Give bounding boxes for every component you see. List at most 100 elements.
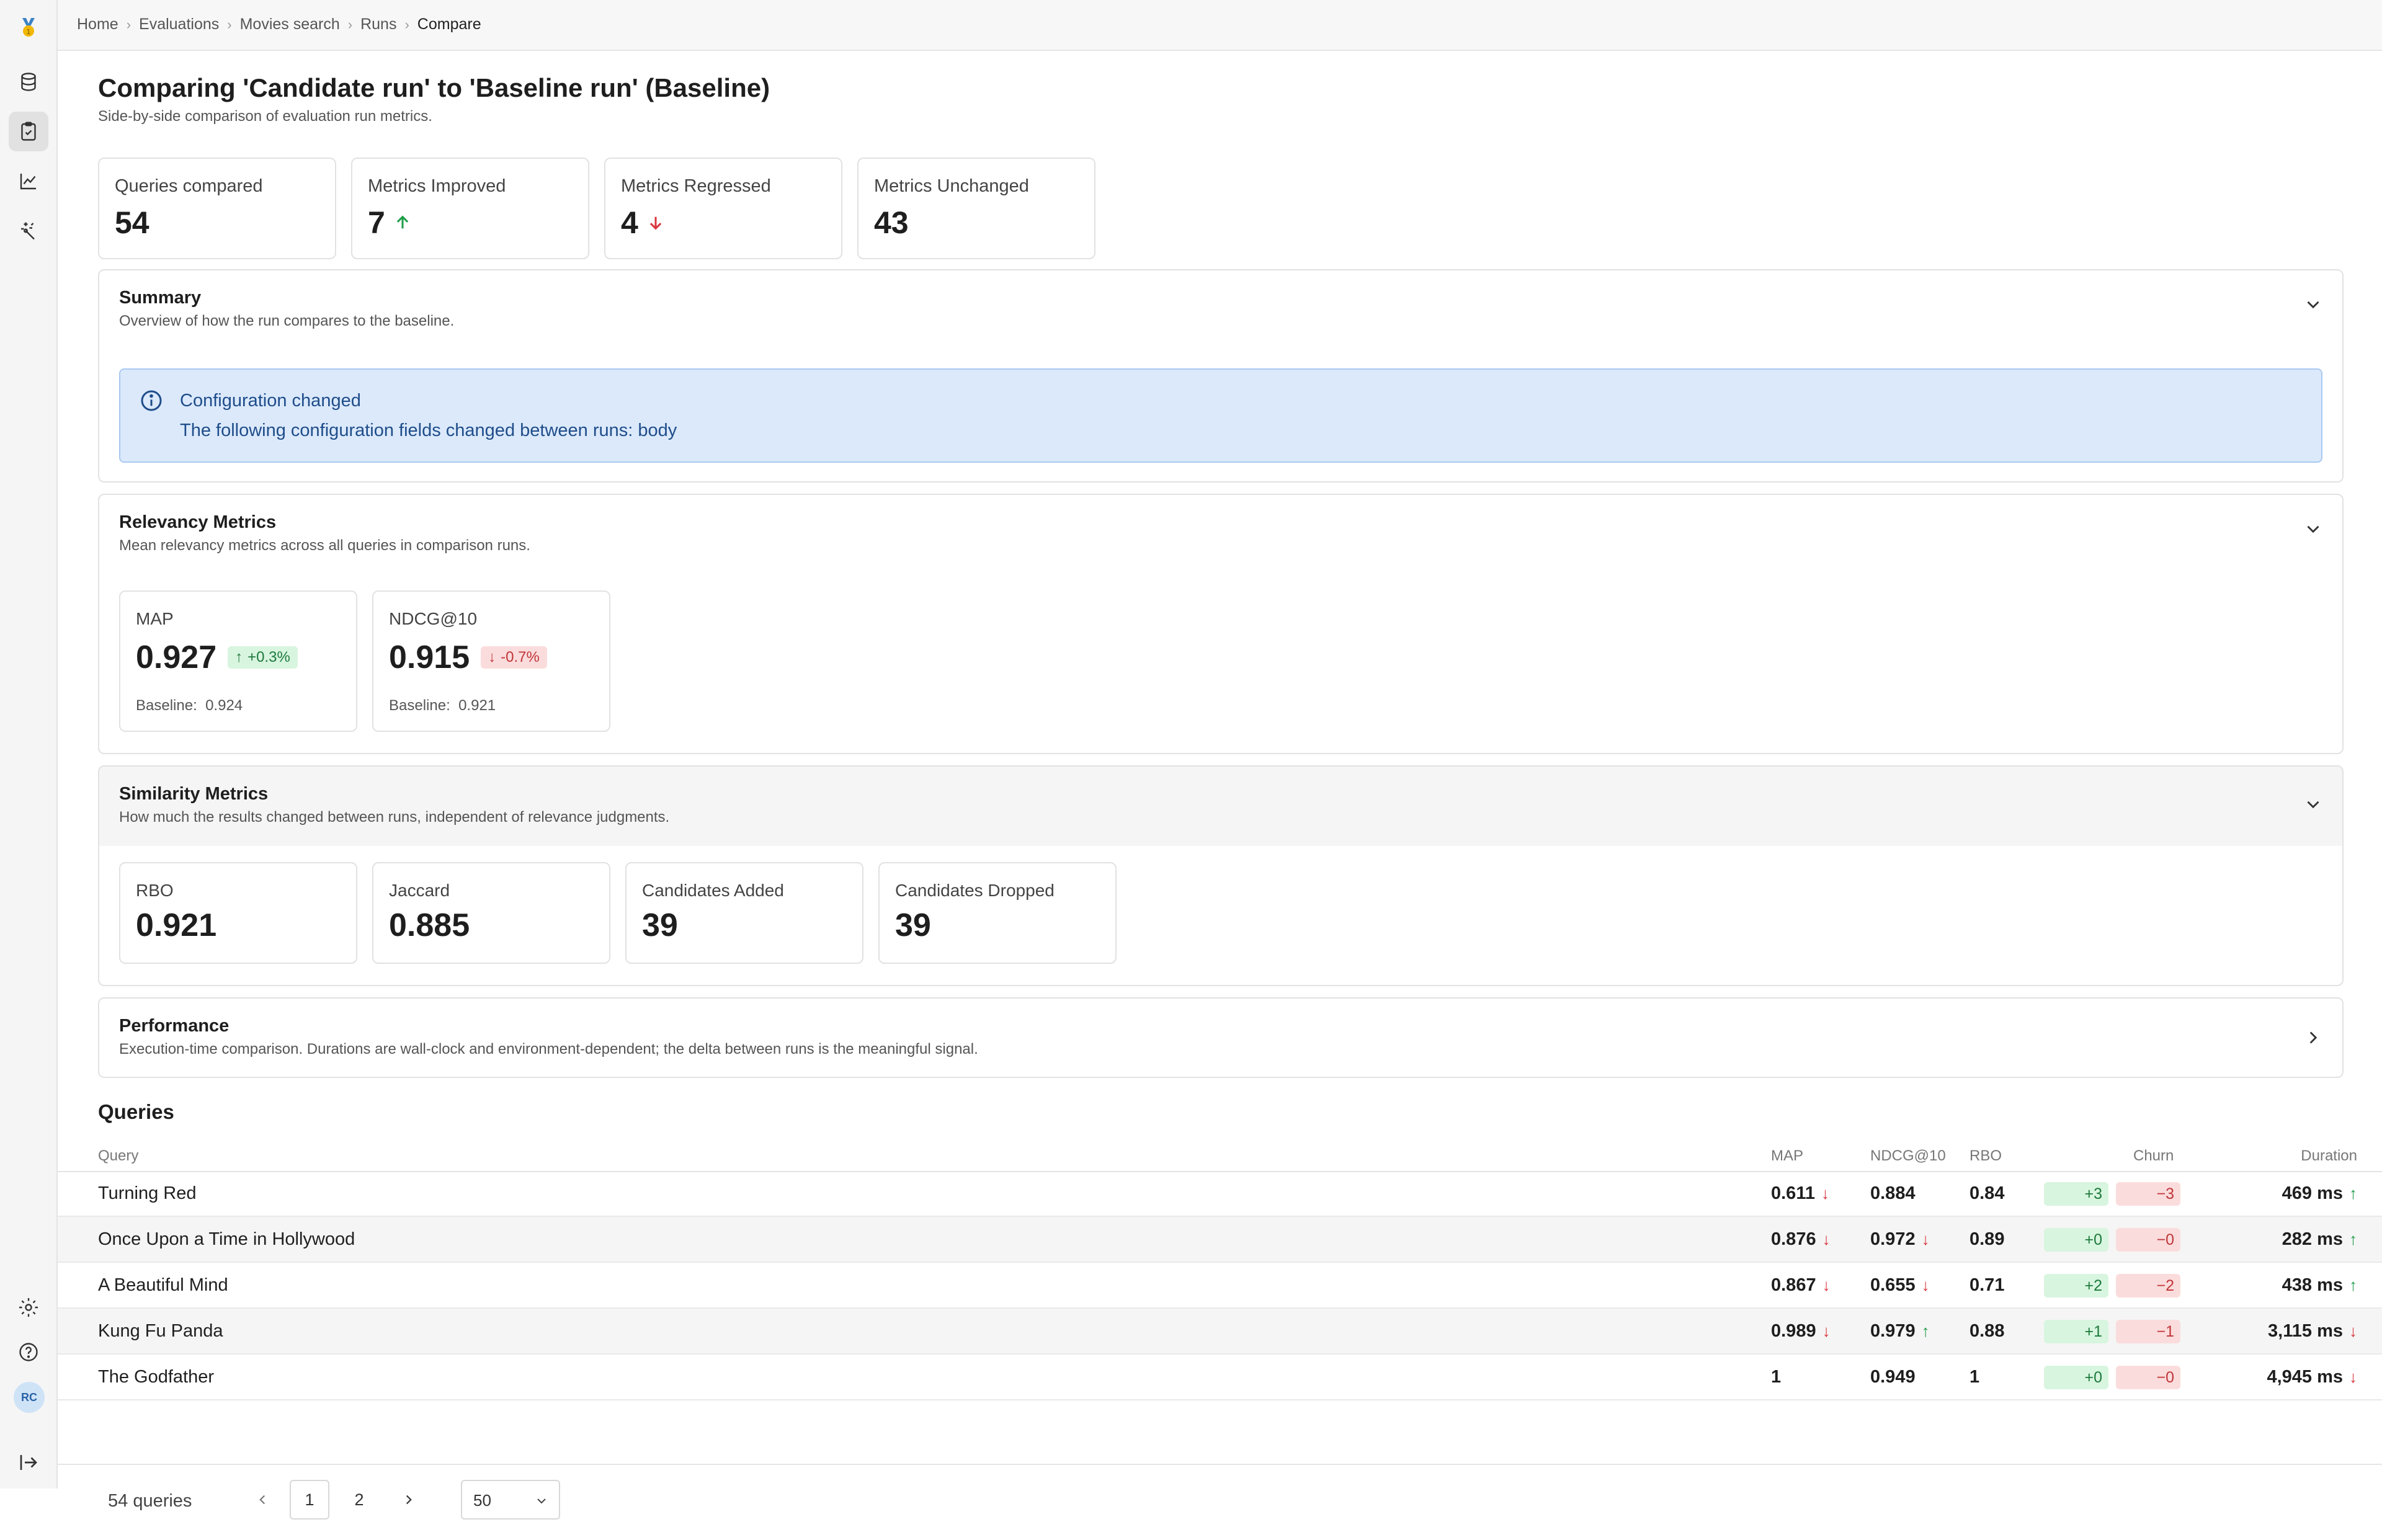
table-row[interactable]: Kung Fu Panda 0.989 ↓ 0.979 ↑ 0.88 +1 −1 3,115 m… [58,1309,2382,1355]
baseline-value: 0.924 [205,697,243,714]
queries-title: Queries [98,1100,174,1123]
breadcrumb-home[interactable]: Home [77,16,118,33]
collapse-sidebar-icon[interactable] [9,1443,48,1482]
metric-card-candidates-added: Candidates Added 39 [625,862,863,964]
metric-value: 0.885 [389,907,470,943]
map-value: 0.989 [1771,1321,1816,1341]
metric-label: Candidates Added [642,881,784,900]
rbo-value: 0.89 [1969,1229,2005,1249]
rbo-value: 0.88 [1969,1321,2005,1341]
table-row[interactable]: Once Upon a Time in Hollywood 0.876 ↓ 0.972… [58,1217,2382,1263]
breadcrumb-movies-search[interactable]: Movies search [240,16,340,33]
metric-label: RBO [136,881,174,900]
stat-card-metrics-unchanged: Metrics Unchanged 43 [857,158,1095,259]
metric-card-ndcg10: NDCG@10 0.915 ↓ -0.7% Baseline: 0.921 [372,590,610,732]
page-size-value: 50 [473,1491,491,1510]
section-title: Relevancy Metrics [119,512,277,532]
query-text: Turning Red [98,1183,197,1203]
arrow-down-icon: ↓ [1822,1322,1831,1340]
baseline-label: Baseline: [136,697,197,714]
churn-dropped: −3 [2116,1182,2180,1206]
queries-table-header: Query MAP NDCG@10 RBO Churn Duration [58,1142,2382,1172]
churn-added: +1 [2044,1320,2108,1343]
churn-dropped: −2 [2116,1274,2180,1297]
arrow-down-icon: ↓ [2349,1322,2357,1340]
stat-value: 43 [874,205,909,240]
stat-card-metrics-improved: Metrics Improved 7 [351,158,589,259]
breadcrumb-evaluations[interactable]: Evaluations [139,16,219,33]
arrow-up-icon: ↑ [2349,1184,2357,1203]
ndcg-value: 0.884 [1870,1183,1916,1203]
line-chart-icon[interactable] [9,161,48,201]
churn-dropped: −1 [2116,1320,2180,1343]
stat-value: 4 [621,205,638,240]
col-query[interactable]: Query [98,1147,138,1165]
metric-label: Candidates Dropped [895,881,1055,900]
arrow-down-icon: ↓ [1921,1230,1930,1248]
stat-card-queries-compared: Queries compared 54 [98,158,336,259]
chevron-down-icon[interactable] [2303,794,2324,815]
chevron-right-icon: › [347,16,353,32]
page-subtitle: Side-by-side comparison of evaluation ru… [98,108,432,125]
stat-label: Queries compared [115,176,263,196]
performance-header[interactable]: Performance Execution-time comparison. D… [99,999,2342,1077]
chevron-right-icon: › [126,16,132,32]
churn-added: +3 [2044,1182,2108,1206]
stat-value: 7 [368,205,385,240]
prev-page-button[interactable] [243,1480,282,1520]
table-row[interactable]: A Beautiful Mind 0.867 ↓ 0.655 ↓ 0.71 +2 −2 438 … [58,1263,2382,1309]
col-churn[interactable]: Churn [2133,1147,2174,1165]
stat-value: 54 [115,205,149,240]
arrow-up-icon: ↑ [235,649,243,665]
chevron-down-icon[interactable] [2303,294,2324,315]
baseline-label: Baseline: [389,697,450,714]
arrow-down-icon: ↓ [2349,1368,2357,1386]
chevron-right-icon: › [404,16,409,32]
performance-section[interactable]: Performance Execution-time comparison. D… [98,997,2344,1078]
next-page-button[interactable] [389,1480,429,1520]
summary-header[interactable]: Summary Overview of how the run compares… [99,270,2342,336]
user-avatar[interactable]: RC [14,1382,45,1413]
breadcrumb-runs[interactable]: Runs [360,16,396,33]
breadcrumb-compare: Compare [417,16,481,33]
database-icon[interactable] [9,62,48,102]
relevancy-header[interactable]: Relevancy Metrics Mean relevancy metrics… [99,495,2342,561]
help-icon[interactable] [9,1332,48,1372]
metric-label: NDCG@10 [389,609,478,628]
pagination-footer: 54 queries 1 2 50 [58,1464,2382,1540]
col-rbo[interactable]: RBO [1969,1147,2002,1165]
similarity-header[interactable]: Similarity Metrics How much the results … [99,767,2342,846]
churn-added: +0 [2044,1366,2108,1389]
breadcrumb: Home › Evaluations › Movies search › Run… [77,16,481,33]
relevancy-metrics-section: Relevancy Metrics Mean relevancy metrics… [98,494,2344,754]
metric-card-map: MAP 0.927 ↑ +0.3% Baseline: 0.924 [119,590,357,732]
chevron-right-icon[interactable] [2303,1027,2324,1048]
churn-dropped: −0 [2116,1228,2180,1252]
col-duration[interactable]: Duration [2301,1147,2357,1165]
stat-label: Metrics Unchanged [874,176,1029,196]
duration-value: 3,115 ms [2268,1321,2343,1341]
alert-text: The following configuration fields chang… [180,421,677,440]
arrow-down-icon: ↓ [488,649,496,665]
table-row[interactable]: Turning Red 0.611 ↓ 0.884 0.84 +3 −3 469 ms ↑ [58,1171,2382,1217]
page-size-select[interactable]: 50 [461,1480,560,1520]
logo-medal-icon[interactable]: 1 [9,7,48,47]
page-button-2[interactable]: 2 [339,1480,379,1520]
churn-added: +2 [2044,1274,2108,1297]
table-row[interactable]: The Godfather 1 0.949 1 +0 −0 4,945 ms ↓ [58,1355,2382,1400]
col-map[interactable]: MAP [1771,1147,1803,1165]
col-ndcg10[interactable]: NDCG@10 [1870,1147,1946,1165]
chevron-down-icon[interactable] [2303,519,2324,540]
clipboard-check-icon[interactable] [9,112,48,151]
sidebar: 1 RC [0,0,58,1489]
sparkle-wand-icon[interactable] [9,211,48,251]
stat-label: Metrics Regressed [621,176,771,196]
delta-value: -0.7% [501,649,540,665]
section-title: Similarity Metrics [119,784,269,804]
arrow-down-icon: ↓ [1822,1276,1831,1294]
similarity-metrics-section: Similarity Metrics How much the results … [98,765,2344,986]
page-button-1[interactable]: 1 [290,1480,329,1520]
stat-card-metrics-regressed: Metrics Regressed 4 [604,158,842,259]
metric-label: MAP [136,609,174,628]
settings-gear-icon[interactable] [9,1288,48,1327]
